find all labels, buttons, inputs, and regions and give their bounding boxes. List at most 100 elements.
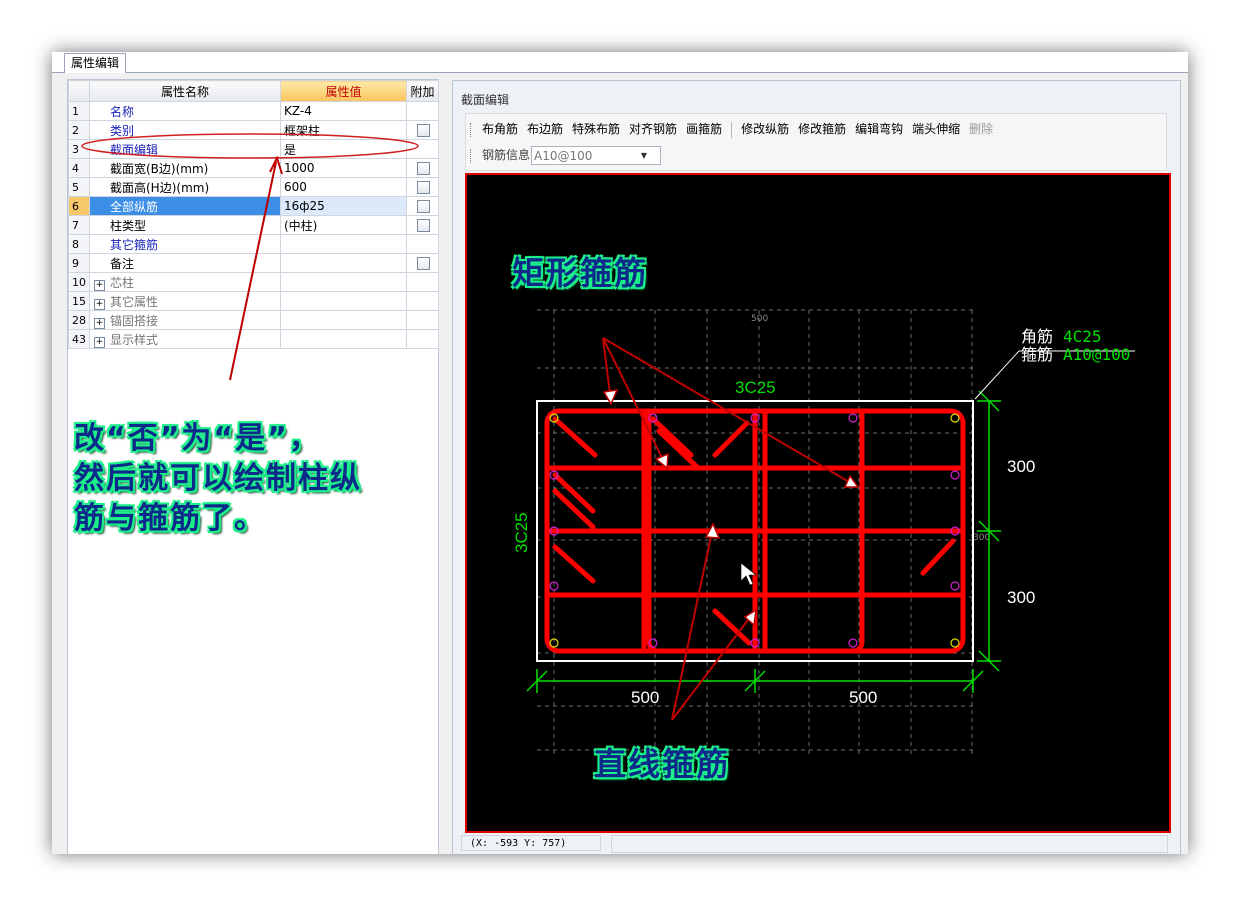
- table-row[interactable]: 8 其它箍筋: [68, 234, 439, 254]
- property-group[interactable]: + 其它属性: [89, 291, 281, 311]
- table-row[interactable]: 28 + 锚固搭接: [68, 310, 439, 330]
- tool-special-rebar-button[interactable]: 特殊布筋: [572, 122, 620, 136]
- table-row[interactable]: 5 截面高(H边)(mm) 600: [68, 177, 439, 197]
- table-row[interactable]: 2 类别 框架柱: [68, 120, 439, 140]
- extra-cell: [406, 196, 439, 216]
- property-name[interactable]: 截面宽(B边)(mm): [89, 158, 281, 178]
- rebar-stirrups[interactable]: [544, 408, 966, 654]
- extra-cell: [406, 139, 439, 159]
- property-name[interactable]: 名称: [89, 101, 281, 121]
- property-grid: 属性名称 属性值 附加 1 名称 KZ-4 2 类别 框架柱 3 截面编辑 是: [67, 79, 439, 854]
- table-row[interactable]: 9 备注: [68, 253, 439, 273]
- property-value[interactable]: KZ-4: [280, 101, 407, 121]
- table-row-selected[interactable]: 6 全部纵筋 16ф25: [68, 196, 439, 216]
- property-value[interactable]: (中柱): [280, 215, 407, 235]
- tool-corner-rebar-button[interactable]: 布角筋: [482, 122, 518, 136]
- tool-draw-stirrup-button[interactable]: 画箍筋: [686, 122, 722, 136]
- table-row[interactable]: 10 + 芯柱: [68, 272, 439, 292]
- property-value[interactable]: 框架柱: [280, 120, 407, 140]
- header-value[interactable]: 属性值: [280, 80, 407, 102]
- hook-line: [712, 608, 752, 646]
- row-number: 8: [68, 234, 90, 254]
- tool-edge-rebar-button[interactable]: 布边筋: [527, 122, 563, 136]
- property-name[interactable]: 截面高(H边)(mm): [89, 177, 281, 197]
- property-value[interactable]: [280, 253, 407, 273]
- row-number: 28: [68, 310, 90, 330]
- table-row[interactable]: 7 柱类型 (中柱): [68, 215, 439, 235]
- tool-modify-longitudinal-button[interactable]: 修改纵筋: [741, 122, 789, 136]
- stirrup-label: 箍筋: [1021, 345, 1053, 364]
- leader-line: [974, 350, 1020, 400]
- property-value[interactable]: [280, 234, 407, 254]
- grid-corner: [68, 80, 90, 102]
- property-value[interactable]: 600: [280, 177, 407, 197]
- property-value[interactable]: 1000: [280, 158, 407, 178]
- extra-checkbox[interactable]: [417, 200, 430, 213]
- hook-line: [712, 420, 750, 458]
- toolbar-row-1: 布角筋 布边筋 特殊布筋 对齐钢筋 画箍筋 修改纵筋 修改箍筋 编辑弯钩 端头伸缩 删除: [470, 118, 1002, 140]
- property-value[interactable]: 16ф25: [280, 196, 407, 216]
- edge-rebar[interactable]: [950, 581, 960, 591]
- property-name[interactable]: 其它箍筋: [89, 234, 281, 254]
- expand-icon[interactable]: +: [94, 279, 105, 291]
- rebar-info-select[interactable]: A10@100 ▼: [531, 146, 662, 165]
- drawing-canvas[interactable]: 500 300 300 300 500 500 3C25 3C25 角筋 4C2…: [465, 173, 1171, 833]
- extra-cell: [406, 234, 439, 254]
- table-row[interactable]: 43 + 显示样式: [68, 329, 439, 349]
- expand-icon[interactable]: +: [94, 336, 105, 348]
- extra-cell: [406, 120, 439, 140]
- coordinate-readout: (X: -593 Y: 757): [461, 835, 601, 851]
- property-name[interactable]: 柱类型: [89, 215, 281, 235]
- toolbar-grip: [470, 148, 473, 163]
- header-name[interactable]: 属性名称: [89, 80, 281, 102]
- table-row[interactable]: 3 截面编辑 是: [68, 139, 439, 159]
- tool-end-extend-button[interactable]: 端头伸缩: [912, 122, 960, 136]
- extra-checkbox[interactable]: [417, 219, 430, 232]
- property-name[interactable]: 备注: [89, 253, 281, 273]
- tool-modify-stirrup-button[interactable]: 修改箍筋: [798, 122, 846, 136]
- extra-checkbox[interactable]: [417, 181, 430, 194]
- property-group[interactable]: + 芯柱: [89, 272, 281, 292]
- hook-line: [552, 544, 596, 584]
- extra-checkbox[interactable]: [417, 162, 430, 175]
- edge-rebar[interactable]: [950, 470, 960, 480]
- extra-cell: [406, 272, 439, 292]
- row-number: 10: [68, 272, 90, 292]
- expand-icon[interactable]: +: [94, 298, 105, 310]
- application-window: 属性编辑 属性名称 属性值 附加 1 名称 KZ-4 2 类别 框架柱 3 截面…: [52, 52, 1188, 854]
- row-number: 4: [68, 158, 90, 178]
- property-value[interactable]: 是: [280, 139, 407, 159]
- property-group[interactable]: + 显示样式: [89, 329, 281, 349]
- row-number: 5: [68, 177, 90, 197]
- property-name[interactable]: 全部纵筋: [89, 196, 281, 216]
- table-row[interactable]: 1 名称 KZ-4: [68, 101, 439, 121]
- tab-strip: 属性编辑: [52, 52, 1188, 73]
- edge-rebar[interactable]: [848, 638, 858, 648]
- extra-cell: [406, 253, 439, 273]
- property-value: [280, 291, 407, 311]
- rebar-info-value: A10@100: [534, 149, 593, 163]
- tool-delete-button[interactable]: 删除: [969, 122, 993, 136]
- property-name[interactable]: 截面编辑: [89, 139, 281, 159]
- tool-align-rebar-button[interactable]: 对齐钢筋: [629, 122, 677, 136]
- chevron-down-icon[interactable]: ▼: [641, 147, 647, 165]
- extra-cell: [406, 291, 439, 311]
- table-row[interactable]: 4 截面宽(B边)(mm) 1000: [68, 158, 439, 178]
- header-extra[interactable]: 附加: [406, 80, 439, 102]
- row-number: 9: [68, 253, 90, 273]
- stirrup-value: A10@100: [1063, 345, 1130, 364]
- property-group[interactable]: + 锚固搭接: [89, 310, 281, 330]
- corner-rebar-value: 4C25: [1063, 327, 1102, 346]
- corner-rebar[interactable]: [950, 638, 960, 648]
- section-drawing[interactable]: 500 300 300 300 500 500 3C25 3C25 角筋 4C2…: [467, 175, 1169, 831]
- table-row[interactable]: 15 + 其它属性: [68, 291, 439, 311]
- expand-icon[interactable]: +: [94, 317, 105, 329]
- corner-rebar[interactable]: [950, 413, 960, 423]
- tool-edit-hook-button[interactable]: 编辑弯钩: [855, 122, 903, 136]
- extra-cell: [406, 329, 439, 349]
- tab-property-edit[interactable]: 属性编辑: [64, 53, 127, 73]
- property-name[interactable]: 类别: [89, 120, 281, 140]
- edge-rebar[interactable]: [848, 413, 858, 423]
- extra-checkbox[interactable]: [417, 257, 430, 270]
- extra-checkbox[interactable]: [417, 124, 430, 137]
